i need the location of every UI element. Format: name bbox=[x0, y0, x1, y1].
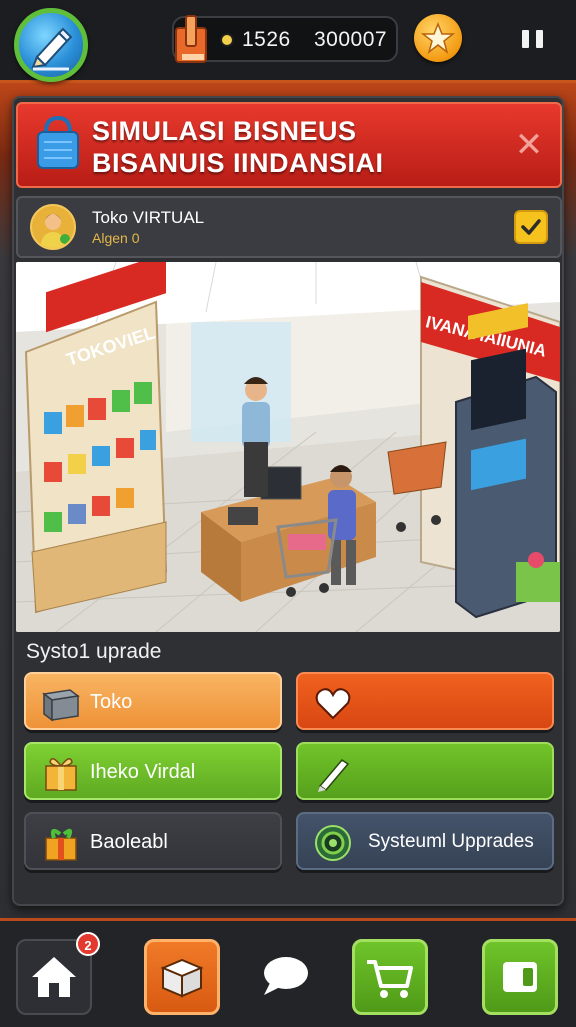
favorites-button[interactable] bbox=[414, 14, 462, 62]
shopping-basket-icon bbox=[37, 115, 79, 169]
upgrade-tile-heart[interactable] bbox=[296, 672, 554, 730]
notification-badge: 2 bbox=[76, 932, 100, 956]
top-bar: 1526 300007 bbox=[0, 0, 576, 83]
pause-icon bbox=[522, 30, 529, 48]
gift-box-icon bbox=[45, 758, 77, 791]
section-title: Systo1 uprade bbox=[26, 640, 162, 663]
upgrade-label: Iheko Virdal bbox=[90, 761, 196, 783]
cart-box-icon bbox=[42, 689, 80, 722]
shop-illustration: TOKOVIEL IVANA IAIIUNIA bbox=[16, 262, 560, 632]
upgrade-tile-virtual-store[interactable]: Iheko Virdal bbox=[24, 742, 282, 800]
checkmark-icon bbox=[521, 219, 541, 235]
store-subtitle: Algen 0 bbox=[92, 230, 140, 246]
store-selector[interactable]: Toko VIRTUAL Algen 0 bbox=[16, 196, 562, 258]
store-name: Toko VIRTUAL bbox=[92, 208, 205, 227]
upgrade-label: Baoleabl bbox=[90, 831, 168, 853]
upgrade-label: Toko bbox=[90, 691, 133, 713]
upgrade-tile-gift[interactable]: Baoleabl bbox=[24, 812, 282, 870]
coin-icon bbox=[220, 33, 234, 47]
title-banner: SIMULASI BISNEUS BISANUIS IINDANSIAI ✕ bbox=[16, 102, 562, 188]
chat-icon bbox=[264, 957, 308, 995]
pen-icon bbox=[318, 759, 350, 792]
title-line-2: BISANUIS IINDANSIAI bbox=[92, 148, 384, 178]
edit-profile-button[interactable] bbox=[14, 8, 88, 82]
nav-inventory[interactable] bbox=[144, 939, 220, 1015]
nav-shop[interactable] bbox=[352, 939, 428, 1015]
close-icon[interactable]: ✕ bbox=[514, 128, 544, 162]
star-icon bbox=[420, 21, 456, 54]
shop-bag-icon bbox=[175, 15, 207, 63]
heart-icon bbox=[315, 688, 351, 720]
upgrade-tile-toko[interactable]: Toko bbox=[24, 672, 282, 730]
shopping-cart-icon bbox=[367, 960, 413, 998]
currency-display: 1526 300007 bbox=[172, 15, 398, 63]
pencil-icon bbox=[31, 27, 73, 71]
currency-value-secondary: 300007 bbox=[314, 28, 388, 51]
box-icon bbox=[160, 958, 204, 998]
gift-icon bbox=[45, 828, 77, 861]
pause-button[interactable] bbox=[518, 24, 548, 52]
nav-chat[interactable] bbox=[248, 939, 324, 1015]
upgrade-tile-pen[interactable] bbox=[296, 742, 554, 800]
nav-cards[interactable] bbox=[482, 939, 558, 1015]
upgrade-tile-system[interactable]: Systeuml Upprades bbox=[296, 812, 554, 870]
shopkeeper-avatar bbox=[30, 204, 76, 250]
target-icon bbox=[315, 825, 351, 861]
store-checkbox[interactable] bbox=[514, 210, 548, 244]
currency-value-primary: 1526 bbox=[242, 28, 291, 51]
upgrade-label: Systeuml Upprades bbox=[368, 831, 534, 852]
card-icon bbox=[503, 962, 537, 992]
title-line-1: SIMULASI BISNEUS bbox=[92, 116, 357, 146]
